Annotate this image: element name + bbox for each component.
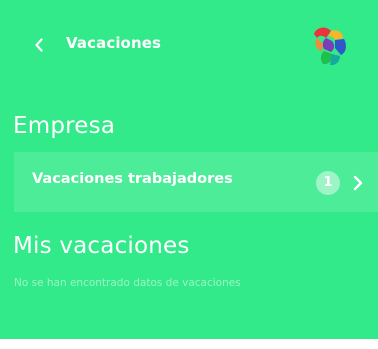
vacations-screen: Vacaciones Empresa Vacaciones trabajador…	[0, 0, 378, 349]
header-bar: Vacaciones	[0, 0, 378, 92]
back-button[interactable]	[26, 30, 52, 60]
workers-vacations-row[interactable]: Vacaciones trabajadores 1	[14, 152, 378, 212]
workers-vacations-label: Vacaciones trabajadores	[32, 171, 233, 187]
bottom-divider	[0, 339, 378, 349]
my-vacations-section-title: Mis vacaciones	[13, 233, 190, 259]
company-section-title: Empresa	[13, 113, 116, 139]
empty-state-message: No se han encontrado datos de vacaciones	[14, 277, 241, 289]
chevron-right-icon	[353, 175, 363, 191]
chevron-left-icon	[35, 38, 43, 52]
page-title: Vacaciones	[66, 34, 162, 52]
app-logo-icon	[314, 27, 346, 66]
count-badge: 1	[316, 171, 340, 195]
